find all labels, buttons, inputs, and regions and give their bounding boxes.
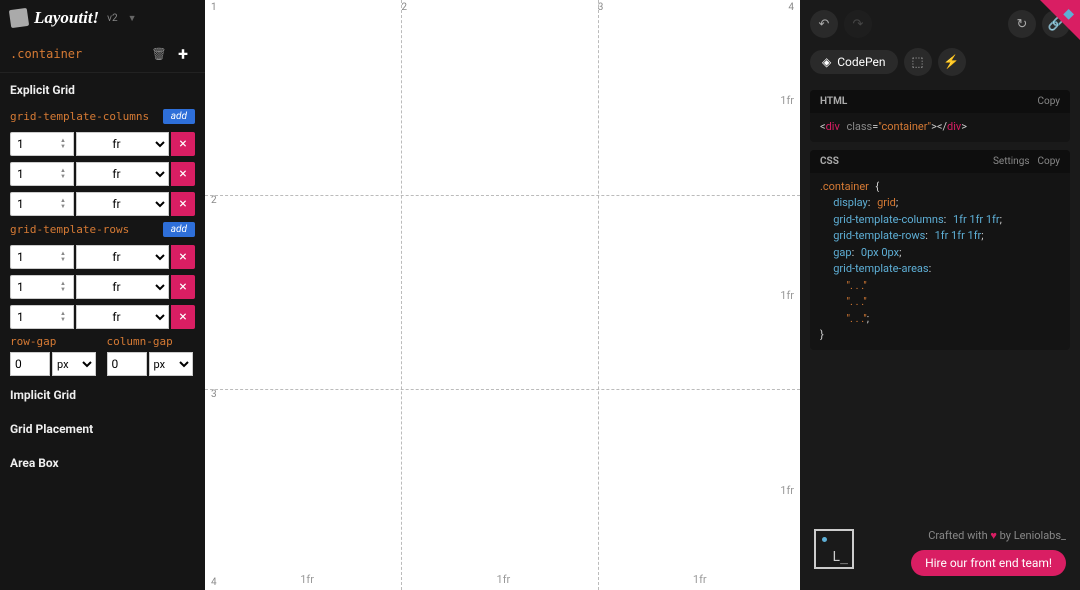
- hire-button[interactable]: Hire our front end team!: [911, 550, 1066, 576]
- delete-col-button[interactable]: ×: [171, 162, 195, 186]
- column-gap-label: column-gap: [107, 335, 196, 348]
- add-area-button[interactable]: +: [171, 42, 195, 66]
- col-size-label[interactable]: 1fr: [693, 573, 707, 586]
- grid-line-vertical: [401, 0, 402, 590]
- html-code-body[interactable]: <div class="container"></div>: [810, 113, 1070, 142]
- github-corner[interactable]: [1040, 0, 1080, 40]
- delete-col-button[interactable]: ×: [171, 132, 195, 156]
- row-line-label: 2: [211, 195, 217, 206]
- col-track-1: ▲▼fr×: [0, 160, 205, 190]
- grid-template-rows-row: grid-template-rows add: [0, 220, 205, 243]
- delete-row-button[interactable]: ×: [171, 245, 195, 269]
- row-gap-input[interactable]: [10, 352, 50, 376]
- codesandbox-button[interactable]: ⬚: [904, 48, 932, 76]
- css-lang-label: CSS: [820, 156, 985, 167]
- implicit-grid-heading[interactable]: Implicit Grid: [0, 378, 205, 412]
- codepen-button[interactable]: ◈CodePen: [810, 50, 898, 74]
- delete-row-button[interactable]: ×: [171, 275, 195, 299]
- prop-label-cols: grid-template-columns: [10, 110, 159, 123]
- spinner-icon[interactable]: ▲▼: [60, 163, 72, 185]
- spinner-icon[interactable]: ▲▼: [60, 306, 72, 328]
- stackblitz-button[interactable]: ⚡: [938, 48, 966, 76]
- logo-text: Layoutit!: [34, 8, 99, 28]
- row-track-0: ▲▼fr×: [0, 243, 205, 273]
- github-icon[interactable]: ◆: [1063, 6, 1074, 22]
- reset-button[interactable]: ↻: [1008, 10, 1036, 38]
- copy-html-button[interactable]: Copy: [1037, 96, 1060, 107]
- footer: Crafted with ♥ by Leniolabs_ Hire our fr…: [800, 515, 1080, 590]
- grid-canvas[interactable]: 1 2 3 4 2 3 4 1fr 1fr 1fr 1fr 1fr 1fr: [205, 0, 800, 590]
- logo-version: v2: [107, 13, 117, 24]
- col-size-label[interactable]: 1fr: [497, 573, 511, 586]
- row-unit-select[interactable]: fr: [76, 245, 169, 269]
- grid-line-horizontal: [205, 389, 800, 390]
- column-gap-input[interactable]: [107, 352, 147, 376]
- logo-row: Layoutit! v2 ▼: [0, 0, 205, 36]
- grid-line-horizontal: [205, 195, 800, 196]
- css-code-panel: CSS Settings Copy .container { display: …: [810, 150, 1070, 350]
- row-gap-unit[interactable]: px: [52, 352, 96, 376]
- css-settings-button[interactable]: Settings: [993, 156, 1030, 167]
- row-gap-label: row-gap: [10, 335, 99, 348]
- spinner-icon[interactable]: ▲▼: [60, 133, 72, 155]
- delete-row-button[interactable]: ×: [171, 305, 195, 329]
- row-line-label: 4: [211, 577, 217, 588]
- leniolabs-logo[interactable]: [814, 529, 854, 569]
- toolbar: ↶ ↷ ↻ 🔗: [800, 0, 1080, 48]
- col-track-0: ▲▼fr×: [0, 130, 205, 160]
- prop-label-rows: grid-template-rows: [10, 223, 159, 236]
- redo-button[interactable]: ↷: [844, 10, 872, 38]
- row-unit-select[interactable]: fr: [76, 275, 169, 299]
- grid-placement-heading[interactable]: Grid Placement: [0, 412, 205, 446]
- col-unit-select[interactable]: fr: [76, 192, 169, 216]
- row-size-label[interactable]: 1fr: [780, 484, 794, 497]
- html-code-panel: HTML Copy <div class="container"></div>: [810, 90, 1070, 142]
- delete-col-button[interactable]: ×: [171, 192, 195, 216]
- add-column-button[interactable]: add: [163, 109, 195, 124]
- column-gap-unit[interactable]: px: [149, 352, 193, 376]
- codepen-icon: ◈: [822, 55, 831, 69]
- container-selector[interactable]: .container: [10, 47, 147, 61]
- css-code-body[interactable]: .container { display: grid; grid-templat…: [810, 173, 1070, 350]
- credit-text: Crafted with ♥ by Leniolabs_: [928, 529, 1066, 542]
- undo-button[interactable]: ↶: [810, 10, 838, 38]
- add-row-button[interactable]: add: [163, 222, 195, 237]
- gap-section: row-gap px column-gap px: [0, 333, 205, 378]
- spinner-icon[interactable]: ▲▼: [60, 276, 72, 298]
- col-size-label[interactable]: 1fr: [300, 573, 314, 586]
- row-unit-select[interactable]: fr: [76, 305, 169, 329]
- col-line-label: 4: [788, 2, 794, 13]
- col-unit-select[interactable]: fr: [76, 132, 169, 156]
- copy-css-button[interactable]: Copy: [1037, 156, 1060, 167]
- spinner-icon[interactable]: ▲▼: [60, 193, 72, 215]
- col-line-label: 1: [211, 2, 217, 13]
- explicit-grid-heading: Explicit Grid: [0, 73, 205, 107]
- grid-line-vertical: [598, 0, 599, 590]
- col-unit-select[interactable]: fr: [76, 162, 169, 186]
- export-row: ◈CodePen ⬚ ⚡: [800, 48, 1080, 86]
- grid-template-columns-row: grid-template-columns add: [0, 107, 205, 130]
- spinner-icon[interactable]: ▲▼: [60, 246, 72, 268]
- col-track-2: ▲▼fr×: [0, 190, 205, 220]
- area-box-heading[interactable]: Area Box: [0, 446, 205, 480]
- row-line-label: 3: [211, 389, 217, 400]
- row-track-2: ▲▼fr×: [0, 303, 205, 333]
- html-lang-label: HTML: [820, 96, 1029, 107]
- row-size-label[interactable]: 1fr: [780, 289, 794, 302]
- sidebar: Layoutit! v2 ▼ .container 🗑 + Explicit G…: [0, 0, 205, 590]
- chevron-down-icon[interactable]: ▼: [128, 13, 137, 24]
- container-row: .container 🗑 +: [0, 36, 205, 73]
- trash-icon[interactable]: 🗑: [147, 42, 171, 66]
- right-panel: ◆ ↶ ↷ ↻ 🔗 ◈CodePen ⬚ ⚡ HTML Copy <div cl…: [800, 0, 1080, 590]
- logo-icon: [9, 8, 29, 28]
- row-track-1: ▲▼fr×: [0, 273, 205, 303]
- row-size-label[interactable]: 1fr: [780, 94, 794, 107]
